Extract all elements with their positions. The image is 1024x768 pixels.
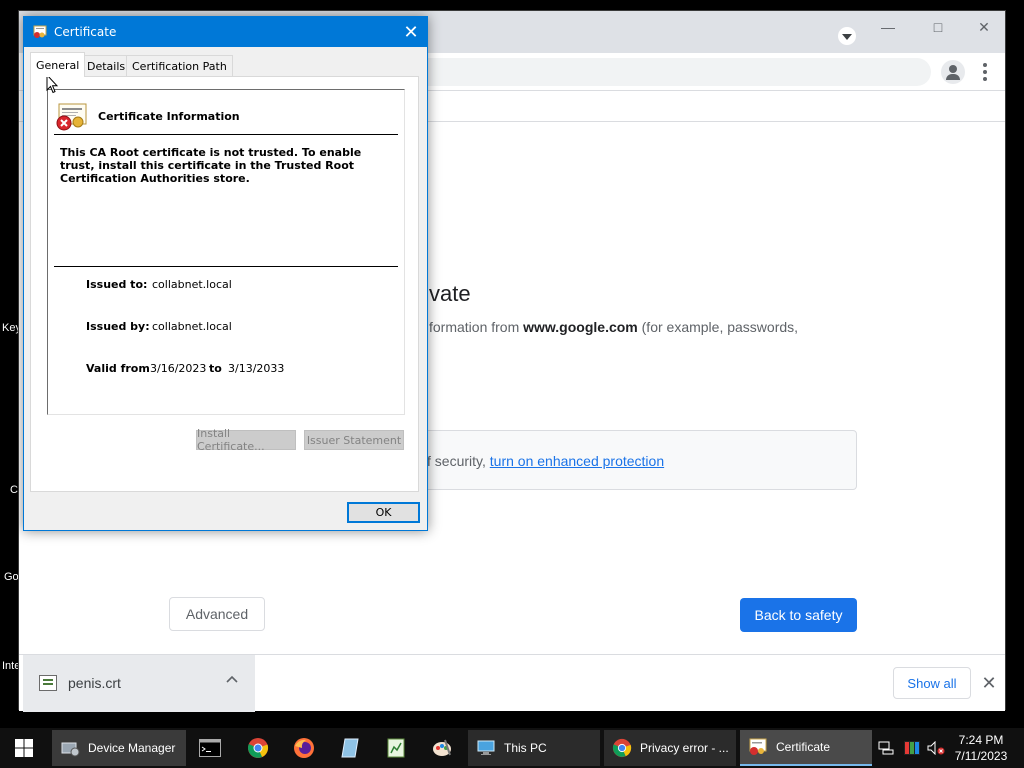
paint-icon[interactable] [422, 732, 462, 764]
close-shelf-icon[interactable]: ✕ [979, 669, 999, 697]
taskbar-label: Certificate [776, 740, 831, 754]
volume-muted-icon[interactable] [924, 732, 948, 764]
firefox-icon[interactable] [284, 732, 324, 764]
divider [54, 134, 398, 135]
certificate-file-icon [39, 675, 57, 691]
taskbar: Device Manager This PC Privacy error - .… [0, 728, 1024, 768]
tab-details[interactable]: Details [81, 55, 132, 76]
certificate-icon [749, 738, 767, 755]
issued-to-value: collabnet.local [152, 278, 232, 291]
minimize-icon[interactable]: — [865, 15, 911, 39]
issuer-statement-button[interactable]: Issuer Statement [304, 430, 404, 450]
advanced-button[interactable]: Advanced [169, 597, 265, 631]
system-clock[interactable]: 7:24 PM 7/11/2023 [948, 732, 1014, 764]
show-all-button[interactable]: Show all [893, 667, 971, 699]
ok-button[interactable]: OK [347, 502, 420, 523]
dialog-titlebar[interactable]: Certificate ✕ [24, 17, 427, 47]
valid-to-label: to [209, 362, 222, 375]
tab-general[interactable]: General [30, 52, 86, 77]
trust-warning-text: This CA Root certificate is not trusted.… [60, 146, 362, 185]
issued-by-label: Issued by: [86, 320, 150, 333]
tab-certification-path[interactable]: Certification Path [126, 55, 233, 76]
chrome-icon [612, 738, 632, 758]
untrusted-certificate-icon [56, 103, 87, 131]
download-item[interactable]: penis.crt [23, 655, 255, 712]
clock-date: 7/11/2023 [954, 749, 1008, 763]
desktop-label-2[interactable]: C [10, 484, 18, 496]
valid-from-value: 3/16/2023 [150, 362, 207, 375]
taskbar-device-manager[interactable]: Device Manager [52, 730, 186, 766]
chevron-up-icon[interactable] [225, 673, 241, 689]
certificate-info-box: Certificate Information This CA Root cer… [47, 89, 405, 415]
certificate-dialog: Certificate ✕ General Details Certificat… [23, 16, 428, 531]
mouse-pointer-icon [46, 74, 58, 94]
valid-to-value: 3/13/2033 [228, 362, 285, 375]
page-title: vate [429, 281, 471, 306]
notepad-icon[interactable] [330, 732, 370, 764]
valid-from-label: Valid from [86, 362, 150, 375]
tab-search-icon[interactable] [838, 27, 856, 45]
issued-to-label: Issued to: [86, 278, 148, 291]
security-suggestion-text: f security, turn on enhanced protection [427, 453, 665, 469]
domain-name: www.google.com [523, 319, 638, 335]
desktop-label-3[interactable]: Go [4, 571, 19, 583]
issued-by-value: collabnet.local [152, 320, 232, 333]
error-description: formation from www.google.com (for examp… [429, 319, 799, 335]
dialog-title: Certificate [54, 25, 117, 39]
taskbar-label: Device Manager [88, 741, 176, 755]
enhanced-protection-link[interactable]: turn on enhanced protection [490, 453, 664, 469]
profile-icon[interactable] [941, 60, 965, 84]
chrome-icon[interactable] [238, 732, 278, 764]
taskbar-label: This PC [504, 741, 547, 755]
divider [54, 266, 398, 267]
close-icon[interactable]: ✕ [961, 15, 1007, 39]
install-certificate-button[interactable]: Install Certificate... [196, 427, 296, 453]
taskbar-privacy-error[interactable]: Privacy error - ... [604, 730, 736, 766]
address-bar[interactable] [399, 58, 931, 86]
maximize-icon[interactable]: □ [915, 15, 961, 39]
spreadsheet-icon[interactable] [376, 732, 416, 764]
device-manager-icon [61, 742, 80, 757]
clock-time: 7:24 PM [958, 733, 1004, 747]
back-to-safety-button[interactable]: Back to safety [740, 598, 857, 632]
network-icon[interactable] [874, 732, 898, 764]
download-shelf: penis.crt Show all ✕ [19, 654, 1005, 712]
color-app-icon[interactable] [900, 732, 924, 764]
computer-icon [477, 740, 495, 755]
taskbar-this-pc[interactable]: This PC [468, 730, 600, 766]
certificate-icon [33, 25, 47, 38]
dialog-close-icon[interactable]: ✕ [396, 19, 426, 45]
taskbar-certificate[interactable]: Certificate [740, 730, 872, 766]
download-file-name: penis.crt [68, 675, 121, 691]
certificate-info-title: Certificate Information [98, 110, 240, 123]
command-prompt-icon[interactable] [190, 732, 230, 764]
chrome-menu-icon[interactable] [977, 61, 993, 83]
windows-start-icon[interactable] [4, 732, 44, 764]
taskbar-label: Privacy error - ... [640, 741, 729, 755]
